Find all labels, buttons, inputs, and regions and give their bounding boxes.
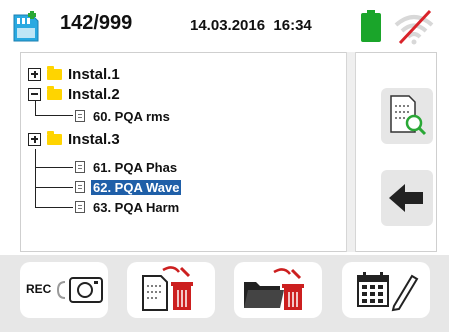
tree-line — [35, 149, 36, 207]
group-label: Instal.1 — [68, 65, 120, 83]
record-button[interactable]: REC — [20, 262, 108, 318]
tree-item-62-selected[interactable]: 62. PQA Wave — [75, 177, 182, 197]
delete-document-icon — [142, 266, 193, 311]
tree-line — [35, 207, 73, 208]
document-icon — [75, 110, 85, 122]
view-button[interactable] — [381, 88, 433, 144]
folder-icon — [47, 85, 62, 100]
date-time: 14.03.2016 16:34 — [190, 17, 312, 34]
battery-icon — [361, 10, 381, 42]
view-document-icon — [390, 95, 427, 136]
tree-item-61[interactable]: 61. PQA Phas — [75, 157, 179, 177]
item-label: 60. PQA rms — [93, 108, 170, 124]
item-label: 63. PQA Harm — [93, 199, 180, 215]
tree-item-63[interactable]: 63. PQA Harm — [75, 197, 181, 217]
bottom-toolbar: REC — [0, 255, 449, 332]
memory-card-icon — [13, 11, 39, 42]
calendar-edit-icon — [357, 272, 419, 312]
delete-folder-icon — [244, 268, 304, 310]
group-label: Instal.2 — [68, 85, 120, 103]
document-icon — [75, 161, 85, 173]
delete-measurement-button[interactable] — [127, 262, 215, 318]
panel-divider — [346, 52, 356, 252]
measurement-tree: Instal.1 Instal.2 60. PQA rms Instal.3 6… — [20, 52, 346, 252]
group-label: Instal.3 — [68, 130, 120, 148]
back-button[interactable] — [381, 170, 433, 226]
rec-camera-icon — [57, 277, 103, 303]
status-header: 142/999 14.03.2016 16:34 — [0, 0, 449, 50]
device-screen: 142/999 14.03.2016 16:34 Instal.1 Instal… — [0, 0, 449, 332]
tree-line — [35, 167, 73, 168]
item-label: 62. PQA Wave — [91, 179, 182, 195]
tree-line — [35, 187, 73, 188]
calendar-edit-button[interactable] — [342, 262, 430, 318]
document-icon — [75, 201, 85, 213]
folder-icon — [47, 130, 62, 145]
back-arrow-icon — [389, 184, 423, 212]
tree-group-instal3[interactable]: Instal.3 — [28, 129, 120, 149]
collapse-icon[interactable] — [28, 87, 41, 101]
wifi-disabled-icon — [394, 9, 434, 45]
expand-icon[interactable] — [28, 132, 41, 146]
tree-item-60[interactable]: 60. PQA rms — [75, 106, 172, 126]
document-icon — [75, 181, 85, 193]
tree-group-instal2[interactable]: Instal.2 — [28, 84, 120, 104]
expand-icon[interactable] — [28, 67, 41, 81]
tree-group-instal1[interactable]: Instal.1 — [28, 64, 120, 84]
delete-folder-button[interactable] — [234, 262, 322, 318]
item-label: 61. PQA Phas — [93, 159, 178, 175]
rec-label: REC — [26, 282, 52, 296]
memory-count: 142/999 — [60, 12, 133, 34]
tree-line — [35, 115, 73, 116]
folder-icon — [47, 65, 62, 80]
